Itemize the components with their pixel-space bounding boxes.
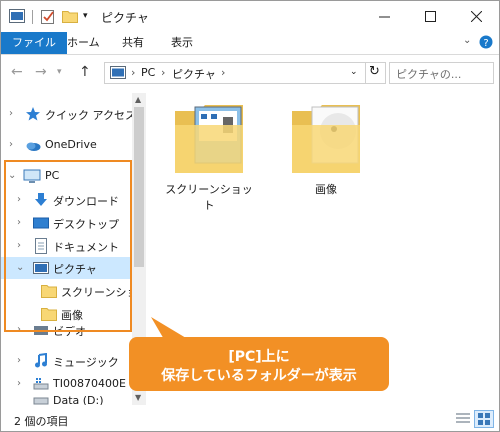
help-icon[interactable]: ? xyxy=(479,35,493,52)
details-view-icon[interactable] xyxy=(455,412,471,429)
image-folder-icon xyxy=(292,105,360,173)
nav-item-label: OneDrive xyxy=(45,138,97,151)
properties-icon[interactable] xyxy=(41,9,55,27)
window-title: ピクチャ xyxy=(101,11,149,25)
expand-arrow-icon[interactable]: › xyxy=(17,355,21,366)
search-box[interactable]: ピクチャの... xyxy=(389,62,494,84)
music-icon xyxy=(33,352,49,369)
search-placeholder: ピクチャの... xyxy=(396,68,462,81)
folder-label: 画像 xyxy=(315,183,337,196)
callout-line2: 保存しているフォルダーが表示 xyxy=(161,368,357,384)
nav-item-label: ミュージック xyxy=(53,356,119,369)
ribbon-expand-icon[interactable]: ⌄ xyxy=(463,35,471,46)
recent-locations-icon[interactable]: ▾ xyxy=(57,67,62,77)
scroll-up-icon[interactable]: ▲ xyxy=(135,95,141,104)
up-arrow-icon[interactable]: ↑ xyxy=(79,64,91,80)
close-button[interactable] xyxy=(453,1,499,32)
nav-item-label: Data (D:) xyxy=(53,396,104,405)
address-row: ← → ▾ ↑ › PC › ピクチャ › ⌄ ↻ ピクチャの... xyxy=(1,55,499,89)
address-divider xyxy=(365,63,366,83)
window-app-icon[interactable] xyxy=(9,9,25,26)
tab-home[interactable]: ホーム xyxy=(57,32,110,54)
expand-arrow-icon[interactable]: › xyxy=(17,378,21,389)
folder-tile-screenshots[interactable]: スクリーンショット xyxy=(161,101,257,212)
annotation-callout: [PC]上に 保存しているフォルダーが表示 xyxy=(129,337,389,391)
close-icon xyxy=(470,11,482,22)
svg-text:?: ? xyxy=(483,38,488,49)
status-bar: 2 個の項目 xyxy=(1,407,499,431)
tab-view[interactable]: 表示 xyxy=(161,32,203,54)
ribbon-tabs: ファイル ホーム 共有 表示 ⌄ ? xyxy=(1,32,499,55)
tab-share[interactable]: 共有 xyxy=(112,32,154,54)
breadcrumb-separator-icon: › xyxy=(131,66,136,79)
new-folder-icon[interactable] xyxy=(62,9,78,26)
back-arrow-icon[interactable]: ← xyxy=(11,64,23,80)
scrollbar-thumb[interactable] xyxy=(134,107,144,267)
refresh-icon[interactable]: ↻ xyxy=(369,64,380,79)
forward-arrow-icon[interactable]: → xyxy=(35,64,47,80)
minimize-icon xyxy=(378,16,390,18)
nav-item-label: TI00870400E (C:) xyxy=(53,377,132,390)
pictures-location-icon xyxy=(110,66,126,82)
drive-icon xyxy=(33,396,49,405)
title-separator xyxy=(32,10,33,24)
large-icons-view-icon xyxy=(478,413,490,425)
expand-arrow-icon[interactable]: › xyxy=(9,139,13,150)
large-icons-view-button[interactable] xyxy=(474,410,494,428)
explorer-window: ▾ ピクチャ ファイル ホーム 共有 表示 ⌄ ? ← → ▾ ↑ › PC ›… xyxy=(0,0,500,432)
title-bar: ▾ ピクチャ xyxy=(1,1,499,32)
address-bar[interactable]: › PC › ピクチャ › ⌄ ↻ xyxy=(104,62,386,84)
breadcrumb-pc[interactable]: PC xyxy=(141,66,155,79)
highlight-frame xyxy=(4,160,132,332)
breadcrumb-pictures[interactable]: ピクチャ xyxy=(172,66,216,82)
nav-item-quick-access[interactable]: › クイック アクセス xyxy=(1,103,136,125)
address-dropdown-icon[interactable]: ⌄ xyxy=(350,67,358,77)
drive-icon xyxy=(33,376,49,392)
maximize-button[interactable] xyxy=(407,1,453,32)
nav-item-drive-c[interactable]: › TI00870400E (C:) xyxy=(1,373,132,395)
scroll-down-icon[interactable]: ▼ xyxy=(135,393,141,402)
nav-item-onedrive[interactable]: › OneDrive xyxy=(1,134,132,156)
folder-tile-images[interactable]: 画像 xyxy=(278,101,374,205)
folder-label: スクリーンショット xyxy=(165,183,253,212)
star-icon xyxy=(25,106,41,122)
nav-item-drive-d[interactable]: Data (D:) xyxy=(1,396,132,405)
item-count: 2 個の項目 xyxy=(14,415,69,428)
nav-item-label: クイック アクセス xyxy=(45,109,136,122)
screenshot-folder-icon xyxy=(175,105,243,173)
breadcrumb-separator-icon: › xyxy=(161,66,166,79)
maximize-icon xyxy=(424,11,436,22)
expand-arrow-icon[interactable]: › xyxy=(9,108,13,119)
minimize-button[interactable] xyxy=(361,1,407,32)
cloud-icon xyxy=(25,137,41,153)
callout-line1: [PC]上に xyxy=(228,349,290,365)
breadcrumb-separator-icon: › xyxy=(221,66,226,79)
nav-item-music[interactable]: › ミュージック xyxy=(1,350,132,372)
quick-access-dropdown-icon[interactable]: ▾ xyxy=(83,11,88,21)
